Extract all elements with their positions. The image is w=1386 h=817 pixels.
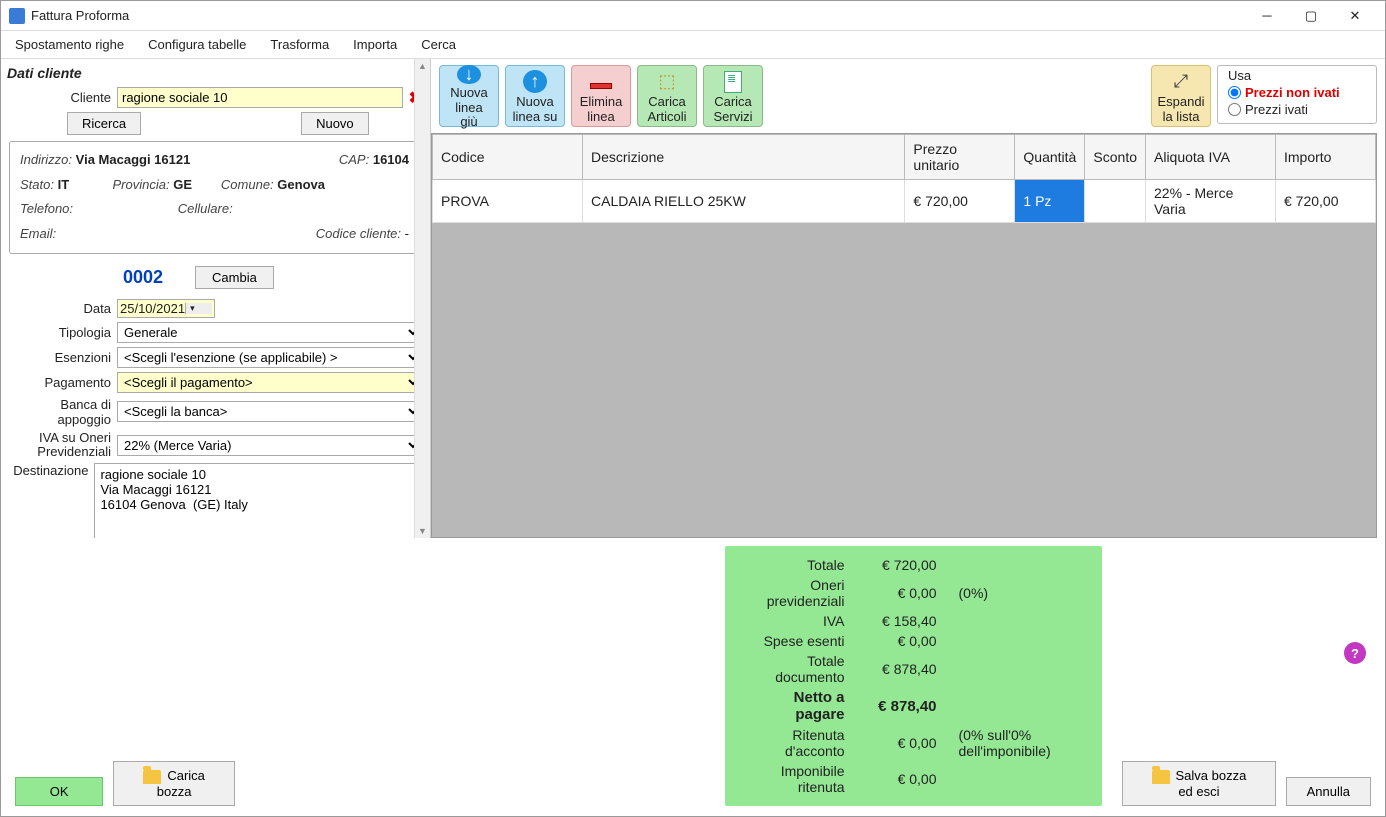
toolbar: ↓ Nuova linea giù ↑ Nuova linea su Elimi… xyxy=(431,59,1385,133)
radio-prezzi-non-ivati[interactable]: Prezzi non ivati xyxy=(1228,85,1366,100)
help-icon[interactable]: ? xyxy=(1344,642,1366,664)
ok-button[interactable]: OK xyxy=(15,777,103,806)
carica-bozza-button[interactable]: Carica bozza xyxy=(113,761,235,806)
usa-group: Usa Prezzi non ivati Prezzi ivati xyxy=(1217,65,1377,124)
folder-icon xyxy=(1152,770,1170,784)
cliente-card: Indirizzo: Via Macaggi 16121 CAP: 16104 … xyxy=(9,141,420,254)
pagamento-select[interactable]: <Scegli il pagamento> xyxy=(117,372,422,393)
arrow-up-icon: ↑ xyxy=(523,70,547,93)
app-icon xyxy=(9,8,25,24)
grid[interactable]: Codice Descrizione Prezzo unitario Quant… xyxy=(431,133,1377,538)
right-pane: ↓ Nuova linea giù ↑ Nuova linea su Elimi… xyxy=(431,59,1385,538)
nuovo-button[interactable]: Nuovo xyxy=(301,112,369,135)
arrow-down-icon: ↓ xyxy=(457,65,481,85)
footer: OK Carica bozza Totale€ 720,00 Oneri pre… xyxy=(1,538,1385,816)
nuova-linea-giu-button[interactable]: ↓ Nuova linea giù xyxy=(439,65,499,127)
menu-spostamento[interactable]: Spostamento righe xyxy=(15,37,124,52)
col-quantita[interactable]: Quantità xyxy=(1015,135,1085,180)
carica-servizi-button[interactable]: Carica Servizi xyxy=(703,65,763,127)
menubar: Spostamento righe Configura tabelle Tras… xyxy=(1,31,1385,59)
espandi-lista-button[interactable]: ⤢ Espandi la lista xyxy=(1151,65,1211,127)
totals-panel: Totale€ 720,00 Oneri previdenziali€ 0,00… xyxy=(725,546,1102,806)
minimize-button[interactable]: ─ xyxy=(1245,1,1289,31)
ricerca-button[interactable]: Ricerca xyxy=(67,112,141,135)
esenzioni-select[interactable]: <Scegli l'esenzione (se applicabile) > xyxy=(117,347,422,368)
window-title: Fattura Proforma xyxy=(31,8,1245,23)
cambia-button[interactable]: Cambia xyxy=(195,266,274,289)
forklift-icon: ⬚ xyxy=(655,70,679,93)
destinazione-textarea[interactable]: ragione sociale 10 Via Macaggi 16121 161… xyxy=(94,463,422,538)
banca-select[interactable]: <Scegli la banca> xyxy=(117,401,422,422)
left-scrollbar[interactable] xyxy=(414,59,430,538)
maximize-button[interactable]: ▢ xyxy=(1289,1,1333,31)
col-prezzo[interactable]: Prezzo unitario xyxy=(905,135,1015,180)
delete-icon xyxy=(589,70,613,93)
left-pane: Dati cliente Cliente ✖ Ricerca Nuovo Ind… xyxy=(1,59,431,538)
titlebar: Fattura Proforma ─ ▢ ✕ xyxy=(1,1,1385,31)
col-importo[interactable]: Importo xyxy=(1276,135,1376,180)
expand-icon: ⤢ xyxy=(1169,70,1193,93)
selected-cell[interactable]: 1 Pz xyxy=(1015,180,1085,223)
elimina-linea-button[interactable]: Elimina linea xyxy=(571,65,631,127)
col-codice[interactable]: Codice xyxy=(433,135,583,180)
menu-importa[interactable]: Importa xyxy=(353,37,397,52)
salva-bozza-button[interactable]: Salva bozza ed esci xyxy=(1122,761,1275,806)
menu-trasforma[interactable]: Trasforma xyxy=(270,37,329,52)
menu-configura[interactable]: Configura tabelle xyxy=(148,37,246,52)
col-iva[interactable]: Aliquota IVA xyxy=(1146,135,1276,180)
tipologia-select[interactable]: Generale xyxy=(117,322,422,343)
annulla-button[interactable]: Annulla xyxy=(1286,777,1371,806)
iva-oneri-select[interactable]: 22% (Merce Varia) xyxy=(117,435,422,456)
radio-prezzi-ivati[interactable]: Prezzi ivati xyxy=(1228,102,1366,117)
carica-articoli-button[interactable]: ⬚ Carica Articoli xyxy=(637,65,697,127)
menu-cerca[interactable]: Cerca xyxy=(421,37,456,52)
doc-number: 0002 xyxy=(123,267,163,288)
data-select[interactable]: 25/10/2021▾ xyxy=(117,299,215,318)
table-row[interactable]: PROVA CALDAIA RIELLO 25KW € 720,00 1 Pz … xyxy=(433,180,1376,223)
cliente-label: Cliente xyxy=(7,90,111,105)
document-icon xyxy=(721,70,745,93)
col-sconto[interactable]: Sconto xyxy=(1085,135,1146,180)
nuova-linea-su-button[interactable]: ↑ Nuova linea su xyxy=(505,65,565,127)
close-button[interactable]: ✕ xyxy=(1333,1,1377,31)
folder-icon xyxy=(143,770,161,784)
section-dati-cliente: Dati cliente xyxy=(7,65,422,81)
cliente-input[interactable] xyxy=(117,87,403,108)
col-descrizione[interactable]: Descrizione xyxy=(583,135,905,180)
